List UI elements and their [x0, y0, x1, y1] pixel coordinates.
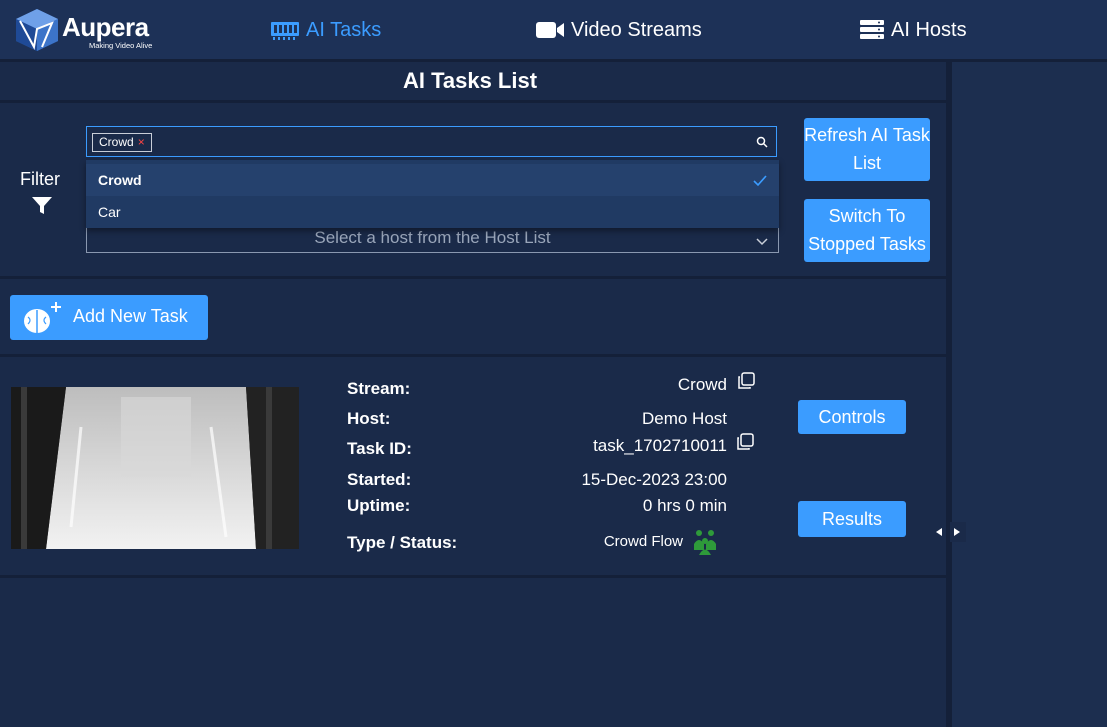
copy-task-id-icon[interactable]: [736, 433, 754, 456]
option-label: Crowd: [98, 172, 142, 188]
host-value: Demo Host: [641, 409, 727, 428]
host-label: Host:: [347, 409, 391, 428]
nav-label: AI Hosts: [891, 18, 967, 41]
task-id-value: task_1702710011: [593, 436, 727, 455]
search-icon[interactable]: [756, 135, 768, 153]
remove-chip-icon[interactable]: ×: [138, 135, 145, 149]
top-navigation-bar: Aupera Making Video Alive AI Tasks Video…: [0, 0, 1107, 62]
type-value: Crowd Flow: [603, 533, 683, 550]
brand-name: Aupera: [62, 12, 149, 42]
uptime-label: Uptime:: [347, 496, 411, 515]
started-label: Started:: [347, 470, 412, 489]
nav-label: Video Streams: [571, 18, 702, 41]
checkmark-icon: [753, 164, 767, 196]
nav-video-streams[interactable]: Video Streams: [535, 16, 702, 44]
refresh-task-list-button[interactable]: Refresh AI Task List: [804, 118, 930, 181]
nav-label: AI Tasks: [306, 18, 382, 41]
copy-stream-icon[interactable]: [737, 372, 755, 395]
controls-button[interactable]: Controls: [798, 400, 906, 434]
brand-tagline: Making Video Alive: [89, 41, 153, 50]
divider: [0, 100, 946, 103]
task-id-label: Task ID:: [347, 439, 412, 458]
right-side-panel: [946, 62, 1107, 727]
chevron-down-icon: [756, 231, 768, 251]
stream-value: Crowd: [677, 375, 727, 394]
page-title: AI Tasks List: [402, 68, 538, 93]
add-task-label: Add New Task: [73, 306, 188, 326]
filter-funnel-icon: [31, 196, 53, 221]
add-new-task-button[interactable]: Add New Task: [10, 295, 208, 340]
host-select[interactable]: Select a host from the Host List: [86, 228, 779, 253]
option-label: Car: [98, 204, 121, 220]
video-camera-icon: [535, 19, 565, 41]
nav-ai-hosts[interactable]: AI Hosts: [859, 16, 967, 44]
filter-label: Filter: [20, 169, 60, 189]
divider: [0, 575, 946, 578]
nav-ai-tasks[interactable]: AI Tasks: [270, 16, 381, 44]
server-rack-icon: [859, 19, 885, 41]
filter-chip-crowd: Crowd ×: [92, 133, 152, 152]
results-button[interactable]: Results: [798, 501, 906, 537]
brain-plus-icon: [18, 301, 66, 340]
type-status-label: Type / Status:: [347, 533, 458, 552]
panel-resize-handle[interactable]: [930, 522, 966, 542]
task-filter-input[interactable]: Crowd ×: [86, 126, 777, 157]
crowd-status-icon: [691, 528, 719, 561]
divider: [0, 354, 946, 357]
dropdown-option-car[interactable]: Car: [86, 196, 779, 228]
gpu-card-icon: [270, 19, 300, 41]
aupera-logo[interactable]: Aupera Making Video Alive: [12, 7, 162, 53]
filter-dropdown-menu: Crowd Car: [86, 160, 779, 228]
stream-thumbnail[interactable]: [11, 387, 299, 549]
dropdown-option-crowd[interactable]: Crowd: [86, 164, 779, 196]
chip-label: Crowd: [99, 135, 134, 149]
cube-logo-icon: [16, 9, 58, 51]
started-value: 15-Dec-2023 23:00: [581, 470, 727, 489]
uptime-value: 0 hrs 0 min: [642, 496, 727, 515]
switch-to-stopped-button[interactable]: Switch To Stopped Tasks: [804, 199, 930, 262]
host-select-placeholder: Select a host from the Host List: [314, 228, 551, 247]
divider: [0, 276, 946, 279]
stream-label: Stream:: [347, 379, 411, 398]
